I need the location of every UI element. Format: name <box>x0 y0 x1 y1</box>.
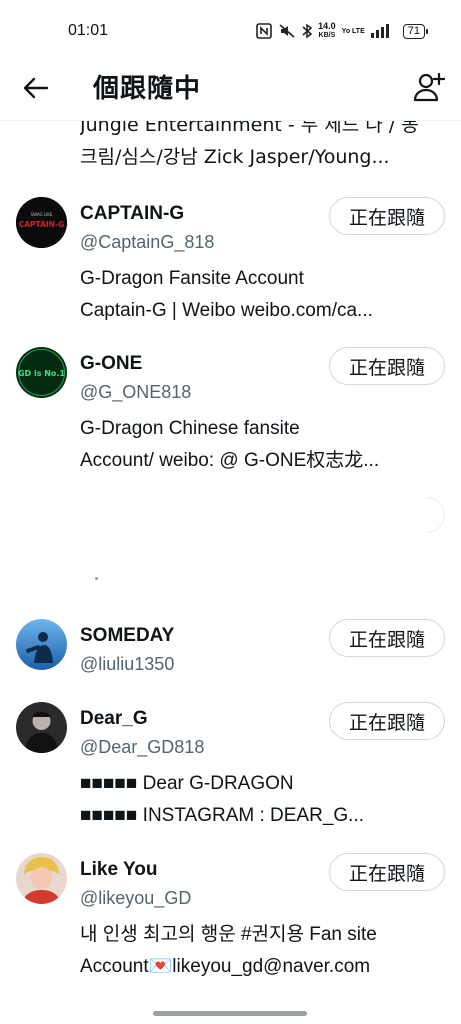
svg-text:CAPTAIN-G: CAPTAIN-G <box>19 220 64 229</box>
avatar[interactable] <box>16 702 67 753</box>
user-handle: @CaptainG_818 <box>80 232 215 252</box>
faded-dot <box>95 577 98 580</box>
back-button[interactable] <box>20 72 52 104</box>
following-button[interactable]: 正在跟隨 <box>328 619 445 657</box>
following-button[interactable]: 正在跟隨 <box>328 702 445 740</box>
user-handle: @likeyou_GD <box>80 888 192 908</box>
user-bio: 내 인생 최고의 행운 #권지용 Fan site Account💌likeyo… <box>80 924 377 977</box>
user-handle: @G_ONE818 <box>80 382 192 402</box>
user-name[interactable]: CAPTAIN-G <box>80 203 184 225</box>
following-button[interactable]: 正在跟隨 <box>328 347 445 385</box>
add-user-button[interactable] <box>411 69 447 105</box>
net-speed: 14.0 KB/S <box>318 21 336 40</box>
mute-icon <box>278 23 296 39</box>
user-handle: @liuliu1350 <box>80 654 175 674</box>
faded-button-edge <box>427 497 445 533</box>
svg-text:GD is No.1: GD is No.1 <box>18 369 66 378</box>
add-user-icon <box>413 72 445 102</box>
battery-indicator: 71 <box>402 23 429 39</box>
app-header: 個跟隨中 <box>0 62 461 114</box>
home-indicator[interactable] <box>153 1011 307 1016</box>
status-icons: 14.0 KB/S Yo LTE 71 <box>256 21 429 40</box>
user-name[interactable]: Like You <box>80 859 157 881</box>
partial-list-item-bio: Jungle Entertainment - 두 제드 나 / 동 크림/심스/… <box>80 120 450 173</box>
user-bio: ■■■■■ Dear G-DRAGON ■■■■■ INSTAGRAM : DE… <box>80 773 365 826</box>
bluetooth-icon <box>302 23 313 39</box>
avatar[interactable]: GD is No.1 <box>16 347 67 398</box>
page-title: 個跟隨中 <box>93 74 202 104</box>
nfc-icon <box>256 23 272 39</box>
status-time: 01:01 <box>68 22 109 39</box>
lte-label: Yo LTE <box>341 27 365 35</box>
avatar[interactable] <box>16 853 67 904</box>
user-name[interactable]: G-ONE <box>80 353 142 375</box>
loading-placeholder <box>0 481 461 591</box>
user-name[interactable]: SOMEDAY <box>80 625 174 647</box>
user-handle: @Dear_GD818 <box>80 737 205 757</box>
avatar[interactable]: SWAG LIKE CAPTAIN-G <box>16 197 67 248</box>
following-list[interactable]: Jungle Entertainment - 두 제드 나 / 동 크림/심스/… <box>0 120 461 1000</box>
user-bio: G-Dragon Chinese fansite Account/ weibo:… <box>80 418 380 471</box>
signal-icon <box>370 24 393 38</box>
following-button[interactable]: 正在跟隨 <box>328 197 445 235</box>
user-bio: G-Dragon Fansite Account Captain-G | Wei… <box>80 268 373 321</box>
svg-text:SWAG LIKE: SWAG LIKE <box>31 212 53 217</box>
avatar[interactable] <box>16 619 67 670</box>
status-bar: 01:01 14.0 KB/S Yo LTE 71 <box>0 0 461 62</box>
user-name[interactable]: Dear_G <box>80 708 148 730</box>
arrow-left-icon <box>23 77 49 99</box>
partial-bio-line-2: 크림/심스/강남 Zick Jasper/Young... <box>80 146 390 168</box>
partial-bio-line-1: Jungle Entertainment - 두 제드 나 / 동 <box>80 120 419 136</box>
following-button[interactable]: 正在跟隨 <box>328 853 445 891</box>
